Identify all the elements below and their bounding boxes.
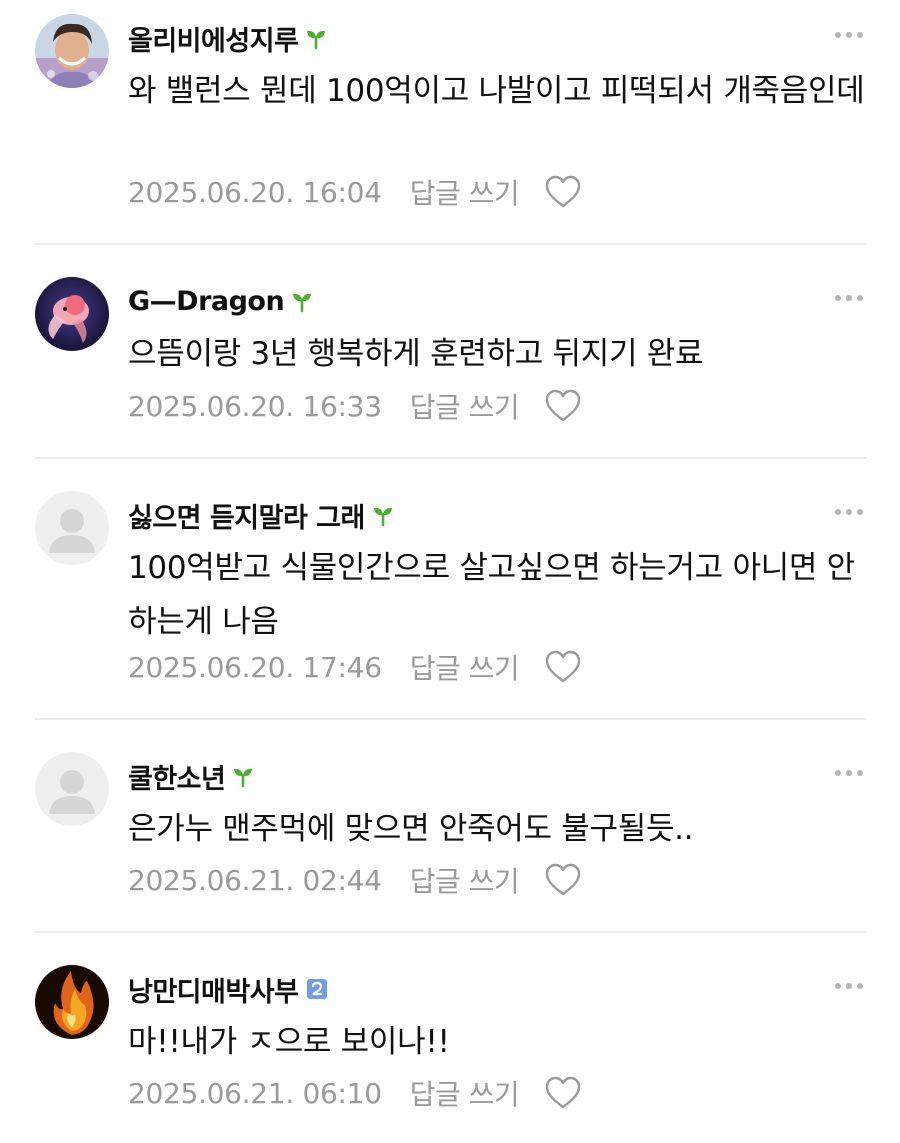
nickname[interactable]: G—Dragon <box>128 286 285 317</box>
heart-icon[interactable] <box>545 650 581 684</box>
comment-item: 올리비에성지루 와 밸런스 뭔데 100억이고 나발이고 피떡되서 개죽음인데 … <box>0 0 900 243</box>
reply-button[interactable]: 답글 쓰기 <box>410 1073 520 1113</box>
divider <box>35 243 867 245</box>
comment-text: 와 밸런스 뭔데 100억이고 나발이고 피떡되서 개죽음인데 <box>128 73 865 109</box>
heart-icon[interactable] <box>545 1076 581 1110</box>
reply-button[interactable]: 답글 쓰기 <box>410 647 520 687</box>
nickname-row: 올리비에성지루 <box>128 18 328 58</box>
timestamp: 2025.06.21. 02:44 <box>128 863 382 897</box>
comment-text: 100억받고 식물인간으로 살고싶으면 하는거고 아니면 안하는게 나음 <box>128 550 855 640</box>
comment-item: 낭만디매박사부 마!!내가 ㅈ으로 보이나!! 2025.06.21. 06:1… <box>0 951 900 1143</box>
comment-meta: 2025.06.20. 17:46 답글 쓰기 <box>128 647 581 687</box>
nickname-row: 싫으면 듣지말라 그래 <box>128 495 395 535</box>
nickname-row: 낭만디매박사부 <box>128 969 328 1009</box>
more-options-icon[interactable] <box>830 760 868 786</box>
reply-button[interactable]: 답글 쓰기 <box>410 172 520 212</box>
nickname[interactable]: 낭만디매박사부 <box>128 970 299 1009</box>
more-options-icon[interactable] <box>830 285 868 311</box>
nickname-row: 쿨한소년 <box>128 756 255 796</box>
comment-meta: 2025.06.20. 16:04 답글 쓰기 <box>128 172 581 212</box>
comment-item: 싫으면 듣지말라 그래 100억받고 식물인간으로 살고싶으면 하는거고 아니면… <box>0 477 900 719</box>
more-options-icon[interactable] <box>830 973 868 999</box>
heart-icon[interactable] <box>545 175 581 209</box>
avatar[interactable] <box>35 14 109 88</box>
comment-meta: 2025.06.21. 02:44 답글 쓰기 <box>128 860 581 900</box>
nickname-row: G—Dragon <box>128 281 314 321</box>
avatar[interactable] <box>35 965 109 1039</box>
heart-icon[interactable] <box>545 389 581 423</box>
comment-item: G—Dragon 으뜸이랑 3년 행복하게 훈련하고 뒤지기 완료 2025.0… <box>0 263 900 458</box>
avatar[interactable] <box>35 752 109 826</box>
timestamp: 2025.06.20. 16:33 <box>128 389 382 423</box>
avatar[interactable] <box>35 491 109 565</box>
sprout-icon <box>304 26 328 50</box>
timestamp: 2025.06.21. 06:10 <box>128 1076 382 1110</box>
nickname[interactable]: 쿨한소년 <box>128 757 226 796</box>
heart-icon[interactable] <box>545 863 581 897</box>
comment-meta: 2025.06.20. 16:33 답글 쓰기 <box>128 386 581 426</box>
divider <box>35 457 867 459</box>
comment-text: 은가누 맨주먹에 맞으면 안죽어도 불구될듯.. <box>128 811 694 847</box>
comment-meta: 2025.06.21. 06:10 답글 쓰기 <box>128 1073 581 1113</box>
reply-button[interactable]: 답글 쓰기 <box>410 860 520 900</box>
more-options-icon[interactable] <box>830 499 868 525</box>
comment-text: 으뜸이랑 3년 행복하게 훈련하고 뒤지기 완료 <box>128 336 704 372</box>
sprout-icon <box>371 503 395 527</box>
comment-text: 마!!내가 ㅈ으로 보이나!! <box>128 1024 450 1060</box>
sprout-icon <box>290 289 314 313</box>
divider <box>35 931 867 933</box>
comment-list: 올리비에성지루 와 밸런스 뭔데 100억이고 나발이고 피떡되서 개죽음인데 … <box>0 0 900 1143</box>
divider <box>35 718 867 720</box>
comment-item: 쿨한소년 은가누 맨주먹에 맞으면 안죽어도 불구될듯.. 2025.06.21… <box>0 738 900 933</box>
timestamp: 2025.06.20. 17:46 <box>128 650 382 684</box>
nickname[interactable]: 올리비에성지루 <box>128 19 299 58</box>
sprout-icon <box>231 764 255 788</box>
avatar[interactable] <box>35 277 109 351</box>
level-2-icon <box>306 978 328 1000</box>
more-options-icon[interactable] <box>830 22 868 48</box>
timestamp: 2025.06.20. 16:04 <box>128 175 382 209</box>
nickname[interactable]: 싫으면 듣지말라 그래 <box>128 496 365 535</box>
reply-button[interactable]: 답글 쓰기 <box>410 386 520 426</box>
